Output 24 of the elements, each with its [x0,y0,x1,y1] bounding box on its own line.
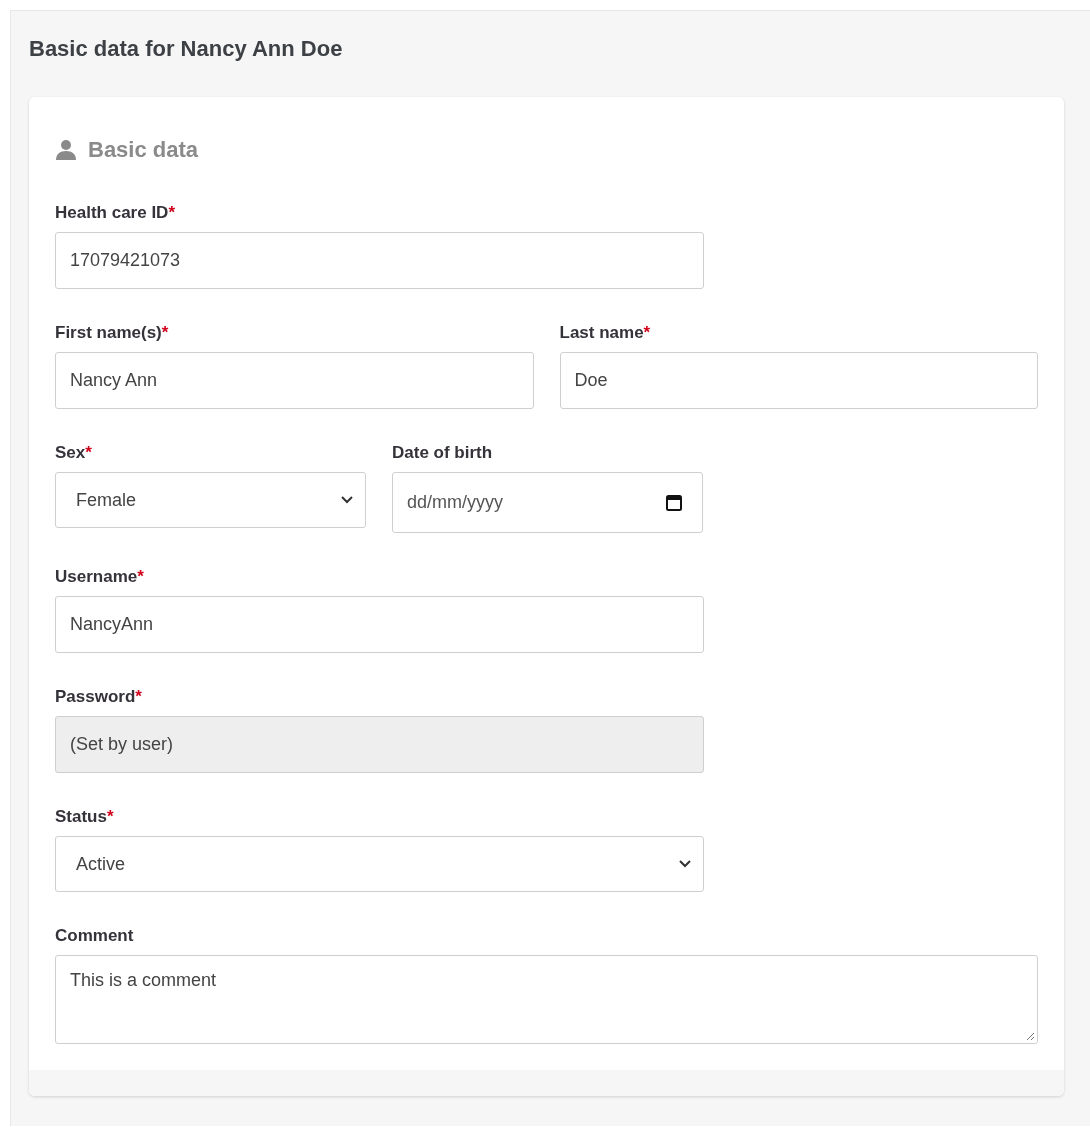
dropdown[interactable]: Female [55,472,366,528]
chevron-down-icon [341,496,353,504]
input-field[interactable]: NancyAnn [55,596,704,653]
field-label: Username* [55,567,144,587]
page-title: Basic data for Nancy Ann Doe [29,35,343,63]
input-field[interactable]: Doe [559,352,1038,409]
input-field[interactable]: 17079421073 [55,232,704,289]
field-label: Sex* [55,443,92,463]
field-label: Comment [55,926,134,946]
field-label: Status* [55,807,114,827]
chevron-down-icon [679,860,691,868]
field-label: Date of birth [392,443,493,463]
user-icon [55,139,77,161]
input-field[interactable]: Nancy Ann [55,352,534,409]
field-label: Health care ID* [55,203,175,223]
comment-field[interactable]: This is a comment [55,955,1038,1044]
field-label: Password* [55,687,142,707]
dropdown[interactable]: Active [55,836,704,892]
date-field[interactable]: dd/mm/yyyy [392,472,703,533]
field-label: First name(s)* [55,323,169,343]
resize-handle-icon[interactable] [1026,1032,1035,1041]
section-title: Basic data [88,137,199,163]
field-label: Last name* [559,323,651,343]
calendar-icon[interactable] [666,494,682,511]
